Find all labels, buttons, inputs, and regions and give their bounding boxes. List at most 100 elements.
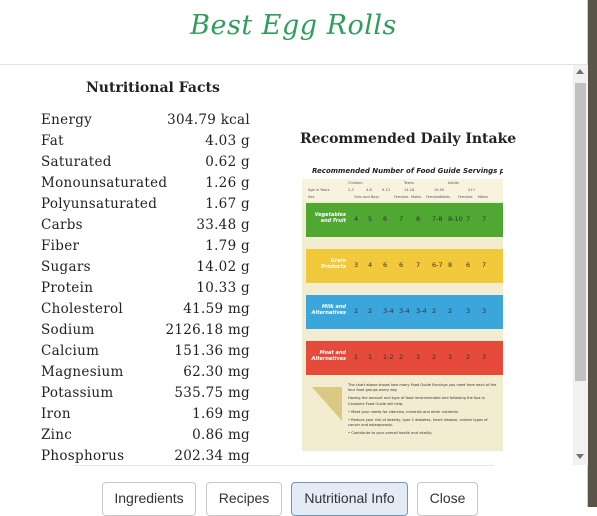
food-guide-age-header: Children Teens Adults Age in Years Sex 2-3 4-8…: [302, 179, 503, 201]
food-group-serving: 3-4: [383, 307, 394, 315]
food-group-serving: 3: [448, 353, 453, 361]
food-group-name: Milk and Alternatives: [311, 304, 347, 316]
nutrition-row: Calcium 151.36 mg: [41, 341, 256, 362]
nutrient-value: 1.69 mg: [192, 406, 250, 422]
scroll-down-arrow-icon[interactable]: [576, 454, 584, 459]
food-group-serving: 5: [368, 215, 373, 223]
food-group-serving: 3: [482, 307, 487, 315]
food-group-serving: 6: [383, 215, 388, 223]
food-group-serving: 4: [354, 215, 359, 223]
food-group-serving: 2: [432, 307, 437, 315]
nutrient-name: Fat: [41, 133, 64, 149]
nutrient-value: 0.62 g: [205, 154, 250, 170]
nutrition-row: Phosphorus 202.34 mg: [41, 446, 256, 465]
nutrient-value: 535.75 mg: [174, 385, 250, 401]
food-guide-note: • Meet your needs for vitamins, minerals…: [348, 409, 459, 414]
nutrient-value: 62.30 mg: [183, 364, 250, 380]
food-group-serving: 6: [466, 261, 471, 269]
food-group-serving: 3: [416, 353, 421, 361]
food-group-serving: 1: [354, 353, 359, 361]
nutrient-value: 4.03 g: [205, 133, 250, 149]
nutrition-row: Carbs 33.48 g: [41, 215, 256, 236]
nutrient-name: Calcium: [41, 343, 100, 359]
food-group-serving: 6-7: [432, 261, 443, 269]
nutrition-row: Sugars 14.02 g: [41, 257, 256, 278]
food-group-serving: 3-4: [416, 307, 427, 315]
nutrition-row: Iron 1.69 mg: [41, 404, 256, 425]
nutrient-name: Potassium: [41, 385, 114, 401]
food-group-serving: 7: [482, 261, 487, 269]
nutrition-row: Cholesterol 41.59 mg: [41, 299, 256, 320]
nutrient-name: Polyunsaturated: [41, 196, 158, 212]
nutrient-value: 1.26 g: [205, 175, 250, 191]
nutrient-name: Energy: [41, 112, 93, 128]
food-group-serving: 2: [399, 353, 404, 361]
food-guide-age: 4-8: [366, 188, 372, 192]
nutrient-value: 2126.18 mg: [165, 322, 250, 338]
footer-divider: [74, 465, 494, 466]
nutrition-row: Saturated 0.62 g: [41, 152, 256, 173]
food-group-serving: 6: [383, 261, 388, 269]
nutrition-row: Protein 10.33 g: [41, 278, 256, 299]
food-guide-sex: Males: [411, 195, 422, 199]
nutrient-name: Zinc: [41, 427, 73, 443]
food-guide-arrow: [312, 387, 342, 421]
food-guide-age: 9-13: [382, 188, 390, 192]
nutrient-name: Protein: [41, 280, 94, 296]
food-group-name: Vegetables and Fruit: [314, 212, 346, 224]
food-group-band: Vegetables and Fruit 4 5 6 7 8 7-8 8-10 7 7: [306, 203, 503, 237]
food-guide-title: Recommended Number of Food Guide Serving…: [312, 167, 503, 175]
nutrient-name: Phosphorus: [41, 448, 125, 464]
food-group-serving: 2: [368, 307, 373, 315]
nutrition-heading: Nutritional Facts: [86, 80, 220, 96]
food-guide-age-group: Teens: [404, 181, 414, 185]
food-group-serving: 8: [448, 261, 453, 269]
nutrient-name: Magnesium: [41, 364, 124, 380]
nutrient-name: Carbs: [41, 217, 83, 233]
nutrition-row: Polyunsaturated 1.67 g: [41, 194, 256, 215]
food-guide-notes: The chart above shows how many Food Guid…: [348, 383, 498, 440]
food-group-name: Grain Products: [321, 258, 346, 270]
food-group-band: Grain Products 3 4 6 6 7 6-7 8 6 7: [306, 249, 503, 283]
food-group-serving: 7: [466, 215, 471, 223]
food-group-serving: 8-10: [448, 215, 463, 223]
daily-intake-heading: Recommended Daily Intake: [300, 131, 517, 147]
nutrient-value: 41.59 mg: [183, 301, 250, 317]
food-group-serving: 7: [416, 261, 421, 269]
nutrient-value: 14.02 g: [196, 259, 250, 275]
nutrient-value: 1.79 g: [205, 238, 250, 254]
nutrition-row: Zinc 0.86 mg: [41, 425, 256, 446]
food-guide-sex: Males: [440, 195, 451, 199]
food-guide-sex-row-label: Sex: [308, 195, 315, 199]
nutrition-row: Fat 4.03 g: [41, 131, 256, 152]
food-guide-sex: Females: [458, 195, 473, 199]
nutrition-row: Magnesium 62.30 mg: [41, 362, 256, 383]
food-guide-age: 2-3: [348, 188, 354, 192]
scrollbar-thumb[interactable]: [575, 83, 586, 381]
nutritional-info-button[interactable]: Nutritional Info: [291, 482, 408, 516]
close-button[interactable]: Close: [417, 482, 478, 516]
food-guide-header: Recommended Number of Food Guide Serving…: [302, 159, 503, 179]
food-group-serving: 7: [482, 215, 487, 223]
dialog-body[interactable]: Nutritional Facts Energy 304.79 kcal Fat 4.…: [0, 65, 573, 465]
scroll-up-arrow-icon[interactable]: [576, 69, 584, 74]
vertical-scrollbar[interactable]: [573, 65, 588, 465]
nutrient-name: Monounsaturated: [41, 175, 168, 191]
recipe-dialog: Best Egg Rolls Nutritional Facts Energy 3…: [0, 0, 588, 516]
food-guide-sex: Girls and Boys: [354, 195, 380, 199]
food-group-serving: 3: [466, 307, 471, 315]
nutrient-value: 10.33 g: [196, 280, 250, 296]
food-guide-age: 19-50: [434, 188, 445, 192]
food-group-serving: 1: [368, 353, 373, 361]
nutrient-value: 304.79 kcal: [167, 112, 250, 128]
nutrition-row: Sodium 2126.18 mg: [41, 320, 256, 341]
food-group-name: Meat and Alternatives: [311, 350, 347, 362]
ingredients-button[interactable]: Ingredients: [102, 482, 196, 516]
food-group-serving: 6: [399, 261, 404, 269]
nutrition-row: Fiber 1.79 g: [41, 236, 256, 257]
food-guide-image: Recommended Number of Food Guide Serving…: [302, 159, 503, 451]
recipes-button[interactable]: Recipes: [206, 482, 282, 516]
food-group-serving: 8: [416, 215, 421, 223]
food-guide-sex: Females: [394, 195, 409, 199]
food-guide-age: 14-18: [404, 188, 415, 192]
